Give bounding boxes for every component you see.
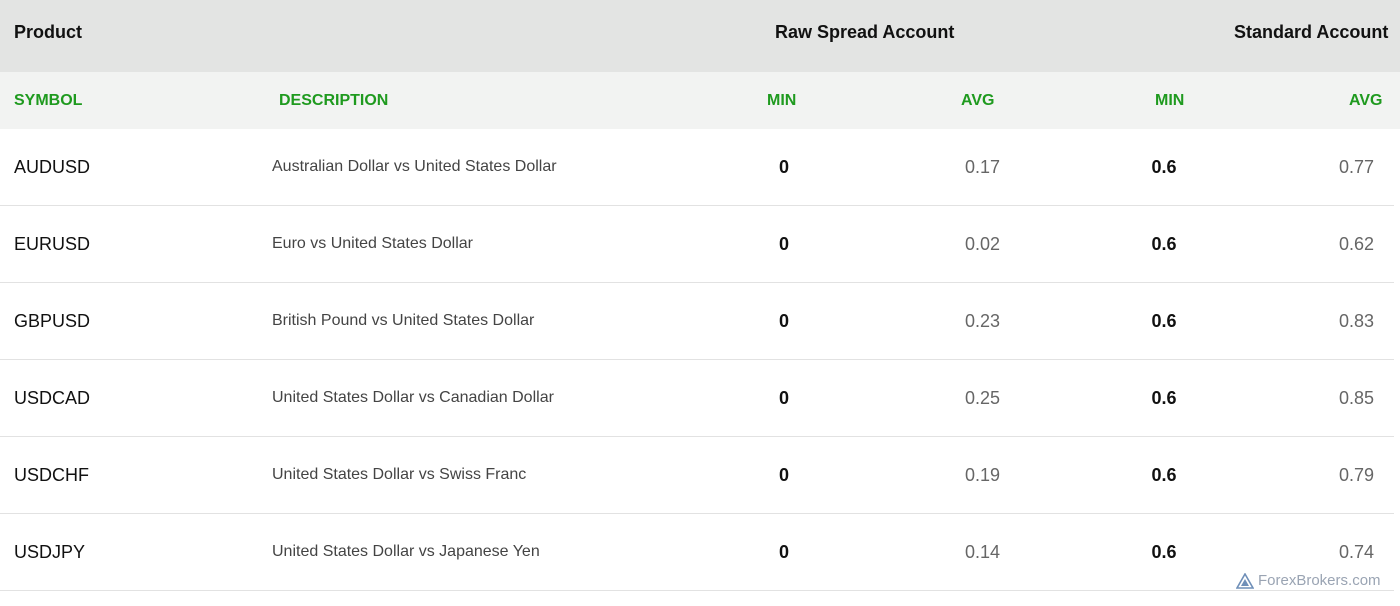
cell-description: United States Dollar vs Canadian Dollar: [272, 389, 554, 406]
cell-symbol: USDCAD: [14, 388, 91, 408]
cell-raw-avg: 0.25: [964, 388, 1000, 408]
column-std-avg: AVG: [1349, 92, 1383, 109]
column-symbol: SYMBOL: [14, 92, 83, 109]
forexbrokers-watermark: ForexBrokers.com: [1236, 572, 1381, 589]
cell-std-min: 0.6: [1151, 234, 1177, 254]
cell-std-min: 0.6: [1151, 311, 1177, 331]
cell-raw-min: 0: [778, 234, 789, 254]
table-row: USDJPY United States Dollar vs Japanese …: [0, 514, 1394, 591]
cell-raw-min: 0: [778, 465, 789, 485]
table-row: GBPUSD British Pound vs United States Do…: [0, 283, 1394, 360]
table-body: AUDUSD Australian Dollar vs United State…: [0, 129, 1400, 591]
cell-raw-min: 0: [778, 311, 789, 331]
header-product: Product: [14, 22, 83, 42]
cell-raw-avg: 0.19: [964, 465, 1000, 485]
cell-description: Australian Dollar vs United States Dolla…: [272, 158, 557, 175]
cell-std-avg: 0.77: [1338, 157, 1374, 177]
cell-std-min: 0.6: [1151, 465, 1177, 485]
table-column-header: SYMBOL DESCRIPTION MIN AVG MIN AVG: [0, 72, 1400, 129]
table-row: USDCAD United States Dollar vs Canadian …: [0, 360, 1394, 437]
table-row: USDCHF United States Dollar vs Swiss Fra…: [0, 437, 1394, 514]
column-std-min: MIN: [1155, 92, 1185, 109]
cell-std-avg: 0.62: [1338, 234, 1374, 254]
cell-std-min: 0.6: [1151, 157, 1177, 177]
cell-raw-avg: 0.23: [964, 311, 1000, 331]
header-standard-account: Standard Account: [1234, 22, 1389, 42]
cell-raw-min: 0: [778, 542, 789, 562]
watermark-text: ForexBrokers.com: [1258, 572, 1381, 589]
spreads-table: Product Raw Spread Account Standard Acco…: [0, 0, 1400, 591]
cell-description: Euro vs United States Dollar: [272, 235, 473, 252]
column-raw-avg: AVG: [961, 92, 995, 109]
cell-std-min: 0.6: [1151, 542, 1177, 562]
cell-symbol: USDCHF: [14, 465, 89, 485]
column-raw-min: MIN: [767, 92, 797, 109]
table-group-header: Product Raw Spread Account Standard Acco…: [0, 0, 1400, 72]
cell-symbol: GBPUSD: [14, 311, 91, 331]
table-row: EURUSD Euro vs United States Dollar 0 0.…: [0, 206, 1394, 283]
table-row: AUDUSD Australian Dollar vs United State…: [0, 129, 1394, 206]
cell-std-min: 0.6: [1151, 388, 1177, 408]
cell-std-avg: 0.83: [1338, 311, 1374, 331]
cell-raw-avg: 0.17: [964, 157, 1000, 177]
cell-std-avg: 0.79: [1338, 465, 1374, 485]
column-description: DESCRIPTION: [279, 92, 389, 109]
forexbrokers-logo-icon: [1236, 572, 1254, 589]
header-raw-spread-account: Raw Spread Account: [775, 22, 955, 42]
cell-raw-min: 0: [778, 157, 789, 177]
cell-description: British Pound vs United States Dollar: [272, 312, 535, 329]
cell-std-avg: 0.85: [1338, 388, 1374, 408]
cell-raw-avg: 0.02: [964, 234, 1000, 254]
cell-description: United States Dollar vs Swiss Franc: [272, 466, 527, 483]
cell-raw-min: 0: [778, 388, 789, 408]
cell-symbol: EURUSD: [14, 234, 91, 254]
cell-description: United States Dollar vs Japanese Yen: [272, 543, 540, 560]
cell-symbol: AUDUSD: [14, 157, 91, 177]
cell-raw-avg: 0.14: [964, 542, 1000, 562]
cell-symbol: USDJPY: [14, 542, 86, 562]
